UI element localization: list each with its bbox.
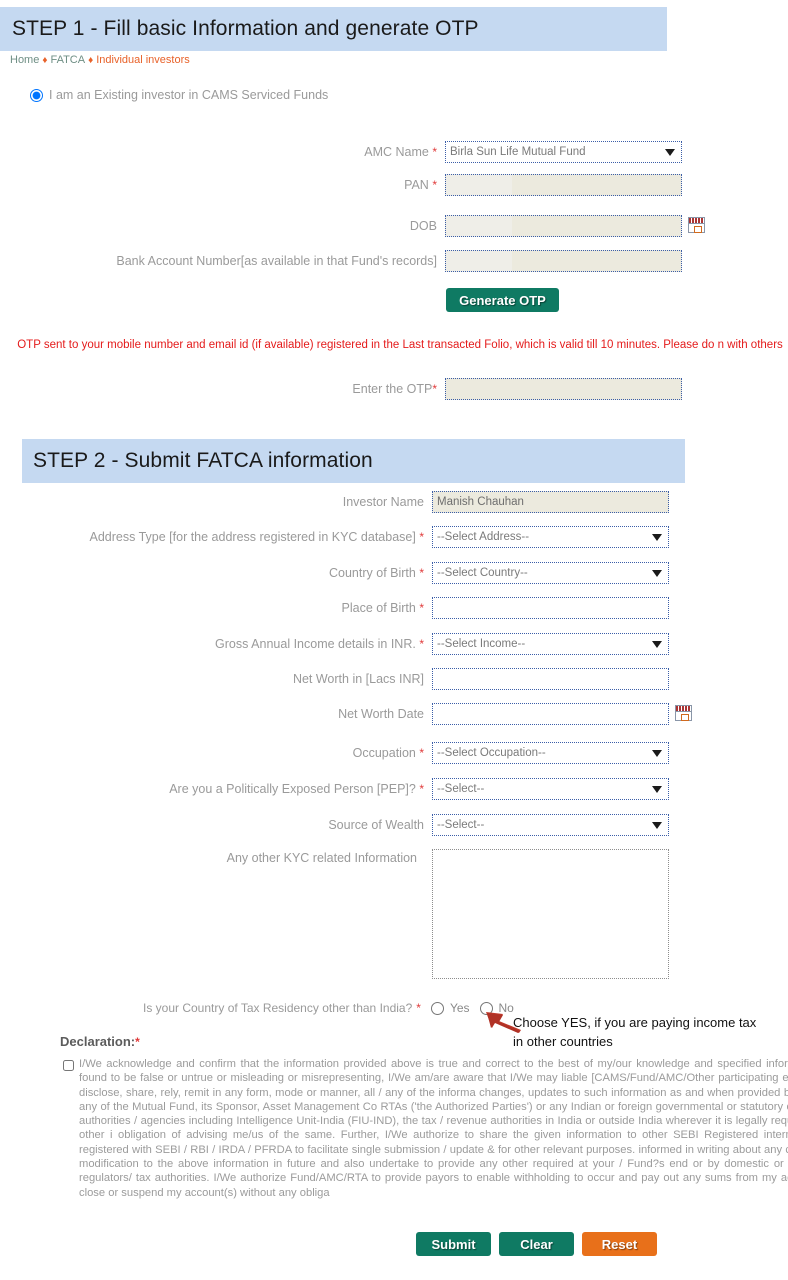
reset-button[interactable]: Reset xyxy=(582,1232,657,1256)
field-row-country-of-birth: Country of Birth * --Select Country-- xyxy=(180,562,669,584)
chevron-down-icon xyxy=(665,148,675,156)
gross-annual-income-select[interactable]: --Select Income-- xyxy=(432,633,669,655)
other-kyc-info-textarea[interactable] xyxy=(432,849,669,979)
place-of-birth-input[interactable] xyxy=(432,597,669,619)
step2-title: STEP 2 - Submit FATCA information xyxy=(33,449,373,472)
net-worth-date-label: Net Worth Date xyxy=(338,706,424,721)
gross-annual-income-value: --Select Income-- xyxy=(437,638,526,650)
existing-investor-label: I am an Existing investor in CAMS Servic… xyxy=(49,88,329,102)
breadcrumb: Home ♦ FATCA ♦ Individual investors xyxy=(10,54,190,66)
pep-label: Are you a Politically Exposed Person [PE… xyxy=(169,781,424,796)
dob-label: DOB xyxy=(409,218,437,233)
otp-input[interactable] xyxy=(445,378,682,400)
calendar-icon-net-worth-date[interactable] xyxy=(675,705,692,721)
pep-select[interactable]: --Select-- xyxy=(432,778,669,800)
source-of-wealth-value: --Select-- xyxy=(437,819,485,831)
field-row-bank-account: Bank Account Number[as available in that… xyxy=(100,250,682,272)
existing-investor-radio[interactable] xyxy=(30,88,43,102)
field-row-amc-name: AMC Name * Birla Sun Life Mutual Fund xyxy=(200,141,682,163)
tax-residency-row: Is your Country of Tax Residency other t… xyxy=(143,1001,514,1015)
field-row-net-worth: Net Worth in [Lacs INR] xyxy=(180,668,669,690)
bank-account-input[interactable] xyxy=(445,250,682,272)
declaration-block: I/We acknowledge and confirm that the in… xyxy=(63,1057,788,1200)
declaration-checkbox[interactable] xyxy=(63,1060,74,1071)
source-of-wealth-select[interactable]: --Select-- xyxy=(432,814,669,836)
step2-banner: STEP 2 - Submit FATCA information xyxy=(22,439,685,483)
chevron-down-icon xyxy=(652,569,662,577)
chevron-down-icon xyxy=(652,785,662,793)
button-bar: Submit Clear Reset xyxy=(416,1232,657,1256)
breadcrumb-fatca[interactable]: FATCA xyxy=(50,54,85,66)
declaration-text: I/We acknowledge and confirm that the in… xyxy=(79,1058,788,1199)
generate-otp-button[interactable]: Generate OTP xyxy=(446,288,559,312)
bank-account-label: Bank Account Number[as available in that… xyxy=(116,253,437,268)
amc-name-select[interactable]: Birla Sun Life Mutual Fund xyxy=(445,141,682,163)
calendar-icon-dob[interactable] xyxy=(688,217,705,233)
investor-name-label: Investor Name xyxy=(342,494,424,509)
net-worth-label: Net Worth in [Lacs INR] xyxy=(292,671,424,686)
step1-banner: STEP 1 - Fill basic Information and gene… xyxy=(0,7,667,51)
tax-residency-radio-yes[interactable] xyxy=(430,1001,444,1015)
breadcrumb-separator-2: ♦ xyxy=(88,55,94,66)
submit-button[interactable]: Submit xyxy=(416,1232,491,1256)
chevron-down-icon xyxy=(652,533,662,541)
pep-value: --Select-- xyxy=(437,783,485,795)
country-of-birth-value: --Select Country-- xyxy=(437,567,528,579)
pan-label: PAN * xyxy=(404,177,437,192)
other-kyc-info-label: Any other KYC related Information xyxy=(226,851,417,865)
field-row-otp: Enter the OTP* xyxy=(200,378,682,400)
step1-title: STEP 1 - Fill basic Information and gene… xyxy=(12,17,479,40)
field-row-address-type: Address Type [for the address registered… xyxy=(80,526,669,548)
breadcrumb-separator-1: ♦ xyxy=(42,55,48,66)
investor-name-input[interactable]: Manish Chauhan xyxy=(432,491,669,513)
occupation-value: --Select Occupation-- xyxy=(437,747,546,759)
annotation-note: Choose YES, if you are paying income tax… xyxy=(513,1015,757,1049)
existing-investor-row[interactable]: I am an Existing investor in CAMS Servic… xyxy=(30,88,328,102)
otp-label: Enter the OTP* xyxy=(352,381,437,396)
tax-residency-required: * xyxy=(416,1001,421,1015)
address-type-value: --Select Address-- xyxy=(437,531,530,543)
tax-residency-option-yes: Yes xyxy=(449,1001,470,1015)
field-row-occupation: Occupation * --Select Occupation-- xyxy=(180,742,669,764)
amc-name-label: AMC Name * xyxy=(364,144,437,159)
clear-button[interactable]: Clear xyxy=(499,1232,574,1256)
field-row-investor-name: Investor Name Manish Chauhan xyxy=(180,491,669,513)
field-row-pep: Are you a Politically Exposed Person [PE… xyxy=(120,778,669,800)
field-row-source-of-wealth: Source of Wealth --Select-- xyxy=(180,814,669,836)
country-of-birth-select[interactable]: --Select Country-- xyxy=(432,562,669,584)
amc-name-value: Birla Sun Life Mutual Fund xyxy=(450,146,586,158)
address-type-select[interactable]: --Select Address-- xyxy=(432,526,669,548)
declaration-heading: Declaration:* xyxy=(60,1034,140,1049)
net-worth-date-input[interactable] xyxy=(432,703,669,725)
otp-notice: OTP sent to your mobile number and email… xyxy=(17,339,783,351)
breadcrumb-home[interactable]: Home xyxy=(10,54,39,66)
tax-residency-label: Is your Country of Tax Residency other t… xyxy=(143,1001,413,1015)
chevron-down-icon xyxy=(652,821,662,829)
net-worth-input[interactable] xyxy=(432,668,669,690)
pan-input[interactable] xyxy=(445,174,682,196)
breadcrumb-current: Individual investors xyxy=(96,54,190,66)
country-of-birth-label: Country of Birth * xyxy=(329,565,424,580)
field-row-net-worth-date: Net Worth Date xyxy=(180,703,669,725)
place-of-birth-label: Place of Birth * xyxy=(341,600,425,615)
dob-input[interactable] xyxy=(445,215,682,237)
field-row-gross-annual-income: Gross Annual Income details in INR. * --… xyxy=(180,633,669,655)
address-type-label: Address Type [for the address registered… xyxy=(89,529,425,544)
occupation-select[interactable]: --Select Occupation-- xyxy=(432,742,669,764)
field-row-place-of-birth: Place of Birth * xyxy=(180,597,669,619)
chevron-down-icon xyxy=(652,640,662,648)
field-row-pan: PAN * xyxy=(200,174,682,196)
chevron-down-icon xyxy=(652,749,662,757)
source-of-wealth-label: Source of Wealth xyxy=(328,817,424,832)
occupation-label: Occupation * xyxy=(352,745,424,760)
gross-annual-income-label: Gross Annual Income details in INR. * xyxy=(215,636,424,651)
field-row-dob: DOB xyxy=(200,215,682,237)
